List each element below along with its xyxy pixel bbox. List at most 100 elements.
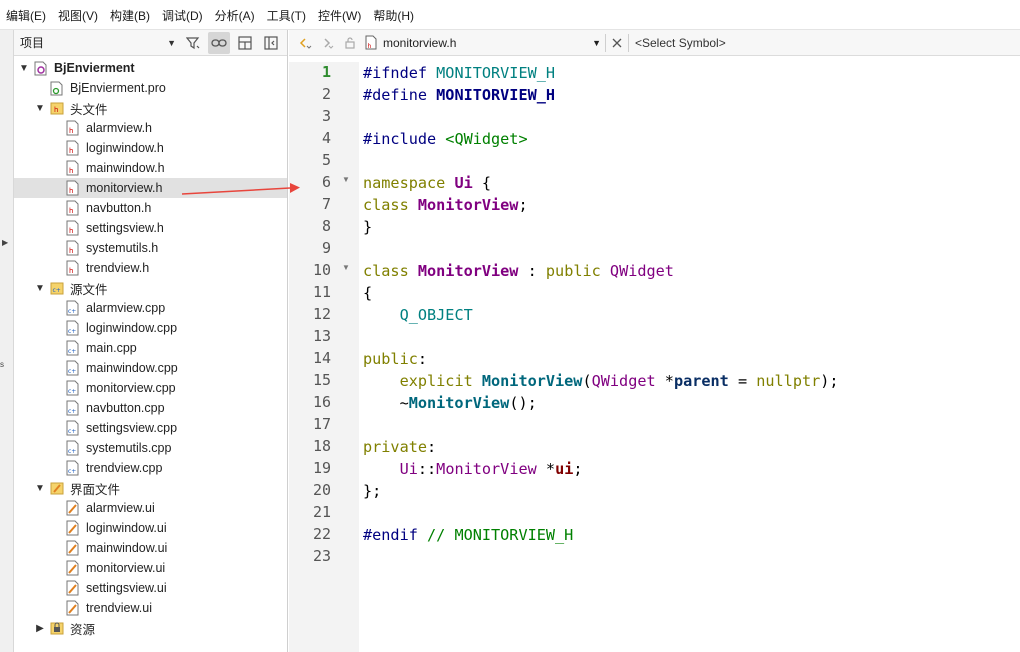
close-pane-icon[interactable] <box>260 32 282 54</box>
tree-item[interactable]: h trendview.h <box>14 258 287 278</box>
header-file-icon: h <box>66 140 80 156</box>
code-line: explicit MonitorView(QWidget *parent = n… <box>399 372 839 390</box>
header-file-icon: h <box>66 260 80 276</box>
line-number: 7 <box>321 195 331 213</box>
project-view-select[interactable]: 项目 ▼ <box>18 33 178 53</box>
expand-arrow-icon[interactable]: ▶ <box>2 238 8 247</box>
tree-item[interactable]: c+ settingsview.cpp <box>14 418 287 438</box>
tree-item[interactable]: c+ main.cpp <box>14 338 287 358</box>
line-number: 22 <box>312 525 331 543</box>
split-icon[interactable] <box>234 32 256 54</box>
tree-item[interactable]: c+ loginwindow.cpp <box>14 318 287 338</box>
tree-item[interactable]: ▶ 资源 <box>14 618 287 638</box>
back-icon[interactable] <box>295 32 317 54</box>
ui-file-icon <box>66 600 80 616</box>
ui-file-icon <box>66 580 80 596</box>
tree-item-label: systemutils.h <box>86 241 159 255</box>
svg-text:c+: c+ <box>68 348 76 355</box>
link-icon[interactable] <box>208 31 230 54</box>
editor-toolbar: h monitorview.h ▼ <Select Symbol> <box>289 30 1020 56</box>
tree-item[interactable]: ▼ 界面文件 <box>14 478 287 498</box>
line-number: 5 <box>321 151 331 169</box>
toolbar-divider <box>628 33 629 52</box>
tree-item[interactable]: BjEnvierment.pro <box>14 78 287 98</box>
tree-item-label: trendview.ui <box>86 601 153 615</box>
svg-text:c+: c+ <box>68 428 76 435</box>
tree-item-label: monitorview.h <box>86 181 163 195</box>
tree-item-label: 界面文件 <box>70 482 121 497</box>
ui-file-icon <box>66 520 80 536</box>
tree-item[interactable]: ▼ BjEnvierment <box>14 58 287 78</box>
tree-item[interactable]: h navbutton.h <box>14 198 287 218</box>
tree-item[interactable]: c+ alarmview.cpp <box>14 298 287 318</box>
tree-item[interactable]: h monitorview.h <box>14 178 287 198</box>
menu-item[interactable]: 编辑(E) <box>0 0 52 30</box>
tree-item[interactable]: c+ mainwindow.cpp <box>14 358 287 378</box>
tree-item[interactable]: ▼ c+ 源文件 <box>14 278 287 298</box>
fold-marker-icon[interactable]: ▼ <box>342 263 350 272</box>
tree-item[interactable]: trendview.ui <box>14 598 287 618</box>
chevron-down-icon[interactable]: ▼ <box>18 63 30 74</box>
line-number: 2 <box>321 85 331 103</box>
tree-item[interactable]: settingsview.ui <box>14 578 287 598</box>
tree-item[interactable]: alarmview.ui <box>14 498 287 518</box>
code-line: class MonitorView : public QWidget <box>363 262 674 280</box>
tree-item[interactable]: monitorview.ui <box>14 558 287 578</box>
code-line: Q_OBJECT <box>399 306 473 324</box>
menu-item[interactable]: 分析(A) <box>209 0 261 30</box>
symbol-select[interactable]: <Select Symbol> <box>635 36 726 50</box>
tree-item[interactable]: c+ monitorview.cpp <box>14 378 287 398</box>
code-line: #include <QWidget> <box>363 130 528 148</box>
line-number: 6 <box>321 173 331 191</box>
line-number: 10 <box>312 261 331 279</box>
svg-text:h: h <box>69 127 73 135</box>
line-number: 18 <box>312 437 331 455</box>
cpp-file-icon: c+ <box>66 400 80 416</box>
menu-item[interactable]: 控件(W) <box>312 0 367 30</box>
forward-icon[interactable] <box>317 32 339 54</box>
cpp-file-icon: c+ <box>66 300 80 316</box>
open-file-select[interactable]: h monitorview.h ▼ <box>365 32 605 54</box>
filter-icon[interactable] <box>182 32 204 54</box>
tree-item-label: trendview.h <box>86 261 150 275</box>
code-line: ~MonitorView(); <box>363 394 537 412</box>
tree-item[interactable]: h settingsview.h <box>14 218 287 238</box>
chevron-down-icon[interactable]: ▼ <box>34 103 46 114</box>
tree-item[interactable]: ▼ h 头文件 <box>14 98 287 118</box>
code-line: public: <box>363 350 428 368</box>
tree-item[interactable]: h alarmview.h <box>14 118 287 138</box>
fold-marker-icon[interactable]: ▼ <box>342 175 350 184</box>
project-pane: 项目 ▼ ▼ BjEnvierment BjEnvierment.pro ▼ h 头文件 h… <box>14 30 288 652</box>
lock-icon[interactable] <box>339 32 361 54</box>
tree-item[interactable]: mainwindow.ui <box>14 538 287 558</box>
menu-item[interactable]: 视图(V) <box>52 0 104 30</box>
chevron-down-icon: ▼ <box>592 37 601 48</box>
tree-item[interactable]: c+ trendview.cpp <box>14 458 287 478</box>
close-document-icon[interactable] <box>606 32 628 54</box>
svg-text:h: h <box>69 167 73 175</box>
tree-item-label: alarmview.ui <box>86 501 155 515</box>
tree-item-label: systemutils.cpp <box>86 441 172 455</box>
line-number: 15 <box>312 371 331 389</box>
tree-item-label: loginwindow.ui <box>86 521 167 535</box>
tree-item-label: navbutton.cpp <box>86 401 165 415</box>
chevron-down-icon[interactable]: ▼ <box>34 483 46 494</box>
chevron-down-icon[interactable]: ▼ <box>34 283 46 294</box>
tree-item[interactable]: c+ navbutton.cpp <box>14 398 287 418</box>
svg-text:h: h <box>69 227 73 235</box>
tree-item[interactable]: h mainwindow.h <box>14 158 287 178</box>
menu-item[interactable]: 构建(B) <box>104 0 156 30</box>
cpp-file-icon: c+ <box>66 320 80 336</box>
tree-item[interactable]: loginwindow.ui <box>14 518 287 538</box>
menu-item[interactable]: 帮助(H) <box>367 0 420 30</box>
tree-item[interactable]: h loginwindow.h <box>14 138 287 158</box>
menu-item[interactable]: 调试(D) <box>156 0 209 30</box>
line-number: 12 <box>312 305 331 323</box>
cpp-file-icon: c+ <box>66 460 80 476</box>
open-file-name: monitorview.h <box>383 35 457 50</box>
chevron-right-icon[interactable]: ▶ <box>34 623 46 634</box>
menu-item[interactable]: 工具(T) <box>261 0 312 30</box>
tree-item[interactable]: h systemutils.h <box>14 238 287 258</box>
tree-item-label: mainwindow.cpp <box>86 361 178 375</box>
tree-item[interactable]: c+ systemutils.cpp <box>14 438 287 458</box>
